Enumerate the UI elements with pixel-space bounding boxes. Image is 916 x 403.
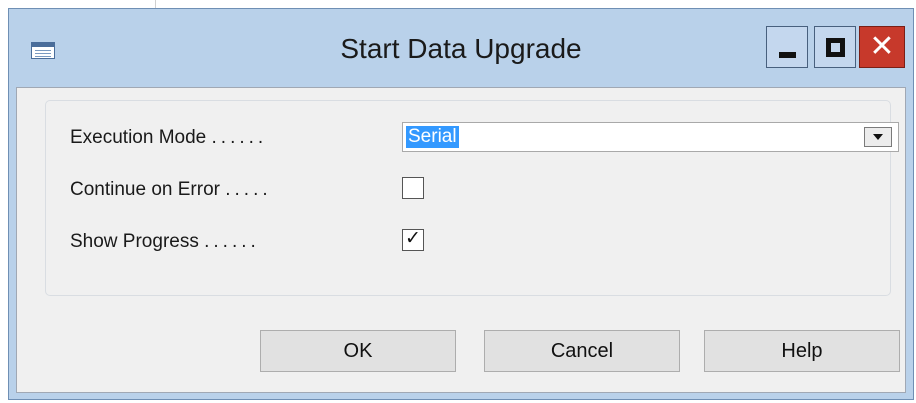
chevron-down-icon[interactable] xyxy=(864,127,892,147)
leader-dots: ...... xyxy=(211,127,268,148)
dialog-window: Start Data Upgrade ✕ Execution Mode ....… xyxy=(8,8,914,400)
minimize-button[interactable] xyxy=(766,26,808,68)
maximize-button[interactable] xyxy=(814,26,856,68)
execution-mode-select[interactable]: Serial xyxy=(402,122,899,152)
execution-mode-value: Serial xyxy=(406,126,459,148)
leader-dots: ...... xyxy=(204,231,260,252)
background-window-edge xyxy=(0,0,916,8)
close-button[interactable]: ✕ xyxy=(859,26,905,68)
show-progress-label: Show Progress xyxy=(70,231,199,252)
maximize-icon xyxy=(826,38,845,57)
background-divider xyxy=(155,0,156,8)
minimize-icon xyxy=(779,52,796,58)
title-bar[interactable]: Start Data Upgrade ✕ xyxy=(9,9,913,87)
options-group: Execution Mode ...... Serial Continue on… xyxy=(45,100,899,296)
cancel-button[interactable]: Cancel xyxy=(484,330,680,372)
close-icon: ✕ xyxy=(869,29,895,64)
check-icon: ✓ xyxy=(405,228,421,249)
show-progress-checkbox[interactable]: ✓ xyxy=(402,228,424,251)
execution-mode-label: Execution Mode xyxy=(70,127,207,148)
continue-on-error-checkbox[interactable] xyxy=(402,177,424,199)
help-button[interactable]: Help xyxy=(704,330,900,372)
continue-on-error-label: Continue on Error xyxy=(70,179,220,200)
ok-button[interactable]: OK xyxy=(260,330,456,372)
dialog-body: Execution Mode ...... Serial Continue on… xyxy=(16,87,906,393)
leader-dots: ..... xyxy=(225,179,272,200)
